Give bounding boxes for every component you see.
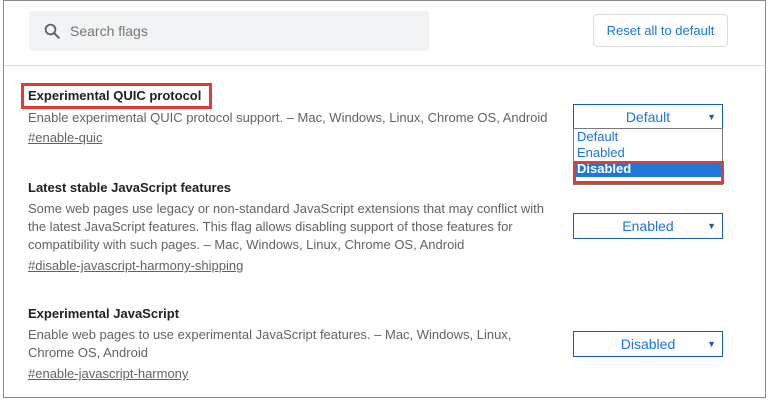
chevron-down-icon: ▼ (707, 112, 716, 122)
flag-description-js-experimental: Enable web pages to use experimental Jav… (28, 327, 512, 360)
select-value: Disabled (620, 336, 676, 352)
annotation-highlight-option (573, 161, 724, 184)
chevron-down-icon: ▼ (707, 339, 716, 349)
flag-description-quic: Enable experimental QUIC protocol suppor… (28, 110, 548, 125)
flag-select-js-stable[interactable]: Enabled ▼ (573, 213, 723, 239)
reset-all-button[interactable]: Reset all to default (593, 14, 728, 47)
flag-select-js-experimental[interactable]: Disabled ▼ (573, 331, 723, 357)
chevron-down-icon: ▼ (707, 221, 716, 231)
header-divider (4, 65, 765, 66)
flag-title-js-experimental: Experimental JavaScript (28, 306, 180, 321)
search-box[interactable]: Search flags (29, 11, 429, 51)
flag-select-quic[interactable]: Default ▼ (573, 104, 723, 130)
flag-title-js-stable: Latest stable JavaScript features (28, 180, 232, 195)
flag-title-quic: Experimental QUIC protocol (28, 88, 202, 103)
dropdown-option-default[interactable]: Default (574, 129, 722, 145)
search-input[interactable]: Search flags (70, 23, 148, 39)
flags-page: Search flags Reset all to default Experi… (3, 0, 766, 398)
flag-link-js-stable[interactable]: #disable-javascript-harmony-shipping (28, 258, 243, 273)
search-icon (44, 23, 60, 39)
flag-description-js-stable: Some web pages use legacy or non-standar… (28, 201, 544, 252)
select-value: Enabled (622, 218, 674, 234)
dropdown-option-enabled[interactable]: Enabled (574, 145, 722, 161)
select-value: Default (625, 109, 671, 125)
flag-link-js-experimental[interactable]: #enable-javascript-harmony (28, 366, 188, 381)
flag-link-quic[interactable]: #enable-quic (28, 130, 102, 145)
